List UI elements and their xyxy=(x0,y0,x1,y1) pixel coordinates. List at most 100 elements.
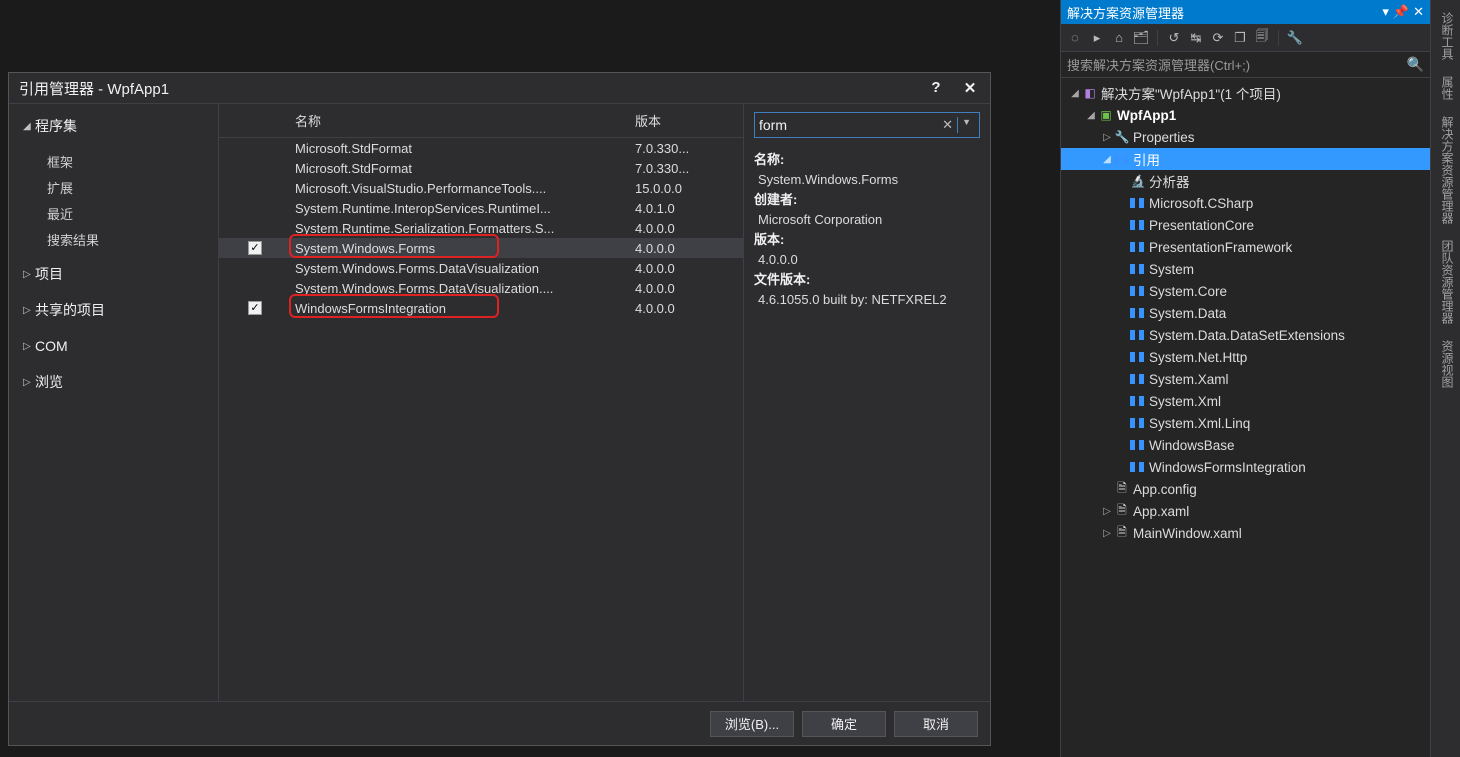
reference-item[interactable]: System.Xml xyxy=(1061,390,1430,412)
reference-item[interactable]: PresentationFramework xyxy=(1061,236,1430,258)
collapse-icon[interactable]: ↹ xyxy=(1188,30,1204,46)
caret-icon[interactable]: ◢ xyxy=(1085,110,1097,121)
nav-extensions[interactable]: 扩展 xyxy=(9,174,218,200)
detail-filever-value: 4.6.1055.0 built by: NETFXREL2 xyxy=(754,290,980,310)
col-name-header[interactable]: 名称 xyxy=(291,111,635,130)
file-icon: 🗎 xyxy=(1113,479,1131,500)
search-icon[interactable]: 🔍 xyxy=(1407,56,1424,73)
reference-item[interactable]: Microsoft.CSharp xyxy=(1061,192,1430,214)
solution-explorer-toolbar: ◌ ▸ ⌂ 🗂 ↺ ↹ ⟳ ❐ 🗐 🔧 xyxy=(1061,24,1430,52)
dialog-nav: ◢程序集 框架 扩展 最近 搜索结果 ▷项目 ▷共享的项目 ▷COM ▷浏览 xyxy=(9,104,219,701)
caret-icon[interactable]: ◢ xyxy=(1069,88,1081,99)
assembly-list: 名称 版本 Microsoft.StdFormat7.0.330...Micro… xyxy=(219,104,744,701)
vertical-tab[interactable]: 诊断工具 xyxy=(1431,4,1460,68)
assembly-name: Microsoft.StdFormat xyxy=(291,161,635,176)
properties-node[interactable]: ▷ 🔧 Properties xyxy=(1061,126,1430,148)
caret-icon[interactable]: ▷ xyxy=(1101,506,1113,517)
assembly-name: System.Windows.Forms xyxy=(291,241,635,256)
reference-item[interactable]: WindowsBase xyxy=(1061,434,1430,456)
pin-icon[interactable]: 📌 xyxy=(1393,4,1409,20)
nav-shared-projects[interactable]: ▷共享的项目 xyxy=(9,296,218,324)
vertical-tab[interactable]: 资源视图 xyxy=(1431,332,1460,396)
assembly-row[interactable]: ✓System.Windows.Forms4.0.0.0 xyxy=(219,238,743,258)
assembly-search-box[interactable]: ✕ ▼ xyxy=(754,112,980,138)
reference-label: System xyxy=(1147,262,1194,277)
assembly-name: System.Runtime.Serialization.Formatters.… xyxy=(291,221,635,236)
appxaml-node[interactable]: ▷ 🗎 App.xaml xyxy=(1061,500,1430,522)
close-icon[interactable]: ✕ xyxy=(1413,4,1424,20)
assembly-row[interactable]: System.Runtime.Serialization.Formatters.… xyxy=(219,218,743,238)
mainwindow-node[interactable]: ▷ 🗎 MainWindow.xaml xyxy=(1061,522,1430,544)
reference-item[interactable]: System.Net.Http xyxy=(1061,346,1430,368)
references-node[interactable]: ◢ 引用 xyxy=(1061,148,1430,170)
assembly-version: 4.0.0.0 xyxy=(635,221,743,236)
assembly-row[interactable]: Microsoft.StdFormat7.0.330... xyxy=(219,158,743,178)
reference-item[interactable]: WindowsFormsIntegration xyxy=(1061,456,1430,478)
browse-button[interactable]: 浏览(B)... xyxy=(710,711,794,737)
refresh-icon[interactable]: ⟳ xyxy=(1210,30,1226,46)
caret-icon[interactable]: ▷ xyxy=(1101,528,1113,539)
reference-item[interactable]: System.Data xyxy=(1061,302,1430,324)
home-icon[interactable]: ⌂ xyxy=(1111,30,1127,46)
assembly-row[interactable]: Microsoft.VisualStudio.PerformanceTools.… xyxy=(219,178,743,198)
cancel-button[interactable]: 取消 xyxy=(894,711,978,737)
reference-item[interactable]: System xyxy=(1061,258,1430,280)
assembly-row[interactable]: ✓WindowsFormsIntegration4.0.0.0 xyxy=(219,298,743,318)
assembly-name: System.Windows.Forms.DataVisualization..… xyxy=(291,281,635,296)
appconfig-node[interactable]: 🗎 App.config xyxy=(1061,478,1430,500)
reference-item[interactable]: System.Core xyxy=(1061,280,1430,302)
nav-assemblies[interactable]: ◢程序集 xyxy=(9,112,218,140)
col-version-header[interactable]: 版本 xyxy=(635,111,743,130)
close-icon[interactable]: ✕ xyxy=(960,79,980,97)
solution-node[interactable]: ◢ ◧ 解决方案"WpfApp1"(1 个项目) xyxy=(1061,82,1430,104)
ok-button[interactable]: 确定 xyxy=(802,711,886,737)
vertical-tab[interactable]: 团队资源管理器 xyxy=(1431,232,1460,332)
assembly-version: 7.0.330... xyxy=(635,161,743,176)
copy-icon[interactable]: 🗐 xyxy=(1254,30,1270,46)
reference-item[interactable]: System.Xaml xyxy=(1061,368,1430,390)
nav-framework[interactable]: 框架 xyxy=(9,148,218,174)
nav-projects[interactable]: ▷项目 xyxy=(9,260,218,288)
reference-label: System.Xaml xyxy=(1147,372,1229,387)
checkbox-checked[interactable]: ✓ xyxy=(248,301,262,315)
project-node[interactable]: ◢ ▣ WpfApp1 xyxy=(1061,104,1430,126)
analyzer-icon: 🔬 xyxy=(1129,174,1147,188)
assembly-row[interactable]: System.Runtime.InteropServices.RuntimeI.… xyxy=(219,198,743,218)
nav-recent[interactable]: 最近 xyxy=(9,200,218,226)
assembly-search-input[interactable] xyxy=(759,117,929,133)
dialog-footer: 浏览(B)... 确定 取消 xyxy=(9,701,990,745)
vertical-tab[interactable]: 属性 xyxy=(1431,68,1460,108)
references-icon xyxy=(1113,154,1131,164)
reference-icon xyxy=(1129,308,1147,318)
nav-search-results[interactable]: 搜索结果 xyxy=(9,226,218,252)
back-icon[interactable]: ◌ xyxy=(1067,30,1083,46)
solution-explorer-titlebar: 解决方案资源管理器 ▾ 📌 ✕ xyxy=(1061,0,1430,24)
assembly-row[interactable]: System.Windows.Forms.DataVisualization..… xyxy=(219,278,743,298)
dropdown-icon[interactable]: ▾ xyxy=(1382,4,1389,20)
reference-item[interactable]: 🔬分析器 xyxy=(1061,170,1430,192)
reference-item[interactable]: System.Data.DataSetExtensions xyxy=(1061,324,1430,346)
vertical-tab[interactable]: 解决方案资源管理器 xyxy=(1431,108,1460,232)
help-icon[interactable]: ? xyxy=(926,79,946,97)
assembly-name: System.Windows.Forms.DataVisualization xyxy=(291,261,635,276)
caret-icon[interactable]: ▷ xyxy=(1101,132,1113,143)
solution-explorer-search[interactable]: 搜索解决方案资源管理器(Ctrl+;) 🔍 xyxy=(1061,52,1430,78)
reference-item[interactable]: System.Xml.Linq xyxy=(1061,412,1430,434)
assembly-row[interactable]: Microsoft.StdFormat7.0.330... xyxy=(219,138,743,158)
properties-icon[interactable]: 🔧 xyxy=(1287,30,1303,46)
reference-item[interactable]: PresentationCore xyxy=(1061,214,1430,236)
assembly-version: 4.0.1.0 xyxy=(635,201,743,216)
reference-icon xyxy=(1129,440,1147,450)
nav-com[interactable]: ▷COM xyxy=(9,332,218,360)
forward-icon[interactable]: ▸ xyxy=(1089,30,1105,46)
history-icon[interactable]: ↺ xyxy=(1166,30,1182,46)
nav-browse[interactable]: ▷浏览 xyxy=(9,368,218,396)
clear-search-icon[interactable]: ✕ xyxy=(938,117,957,133)
sync-icon[interactable]: 🗂 xyxy=(1133,30,1149,46)
checkbox-checked[interactable]: ✓ xyxy=(248,241,262,255)
show-all-icon[interactable]: ❐ xyxy=(1232,30,1248,46)
assembly-version: 7.0.330... xyxy=(635,141,743,156)
assembly-row[interactable]: System.Windows.Forms.DataVisualization4.… xyxy=(219,258,743,278)
caret-icon[interactable]: ◢ xyxy=(1101,154,1113,165)
search-dropdown-icon[interactable]: ▼ xyxy=(957,117,975,133)
